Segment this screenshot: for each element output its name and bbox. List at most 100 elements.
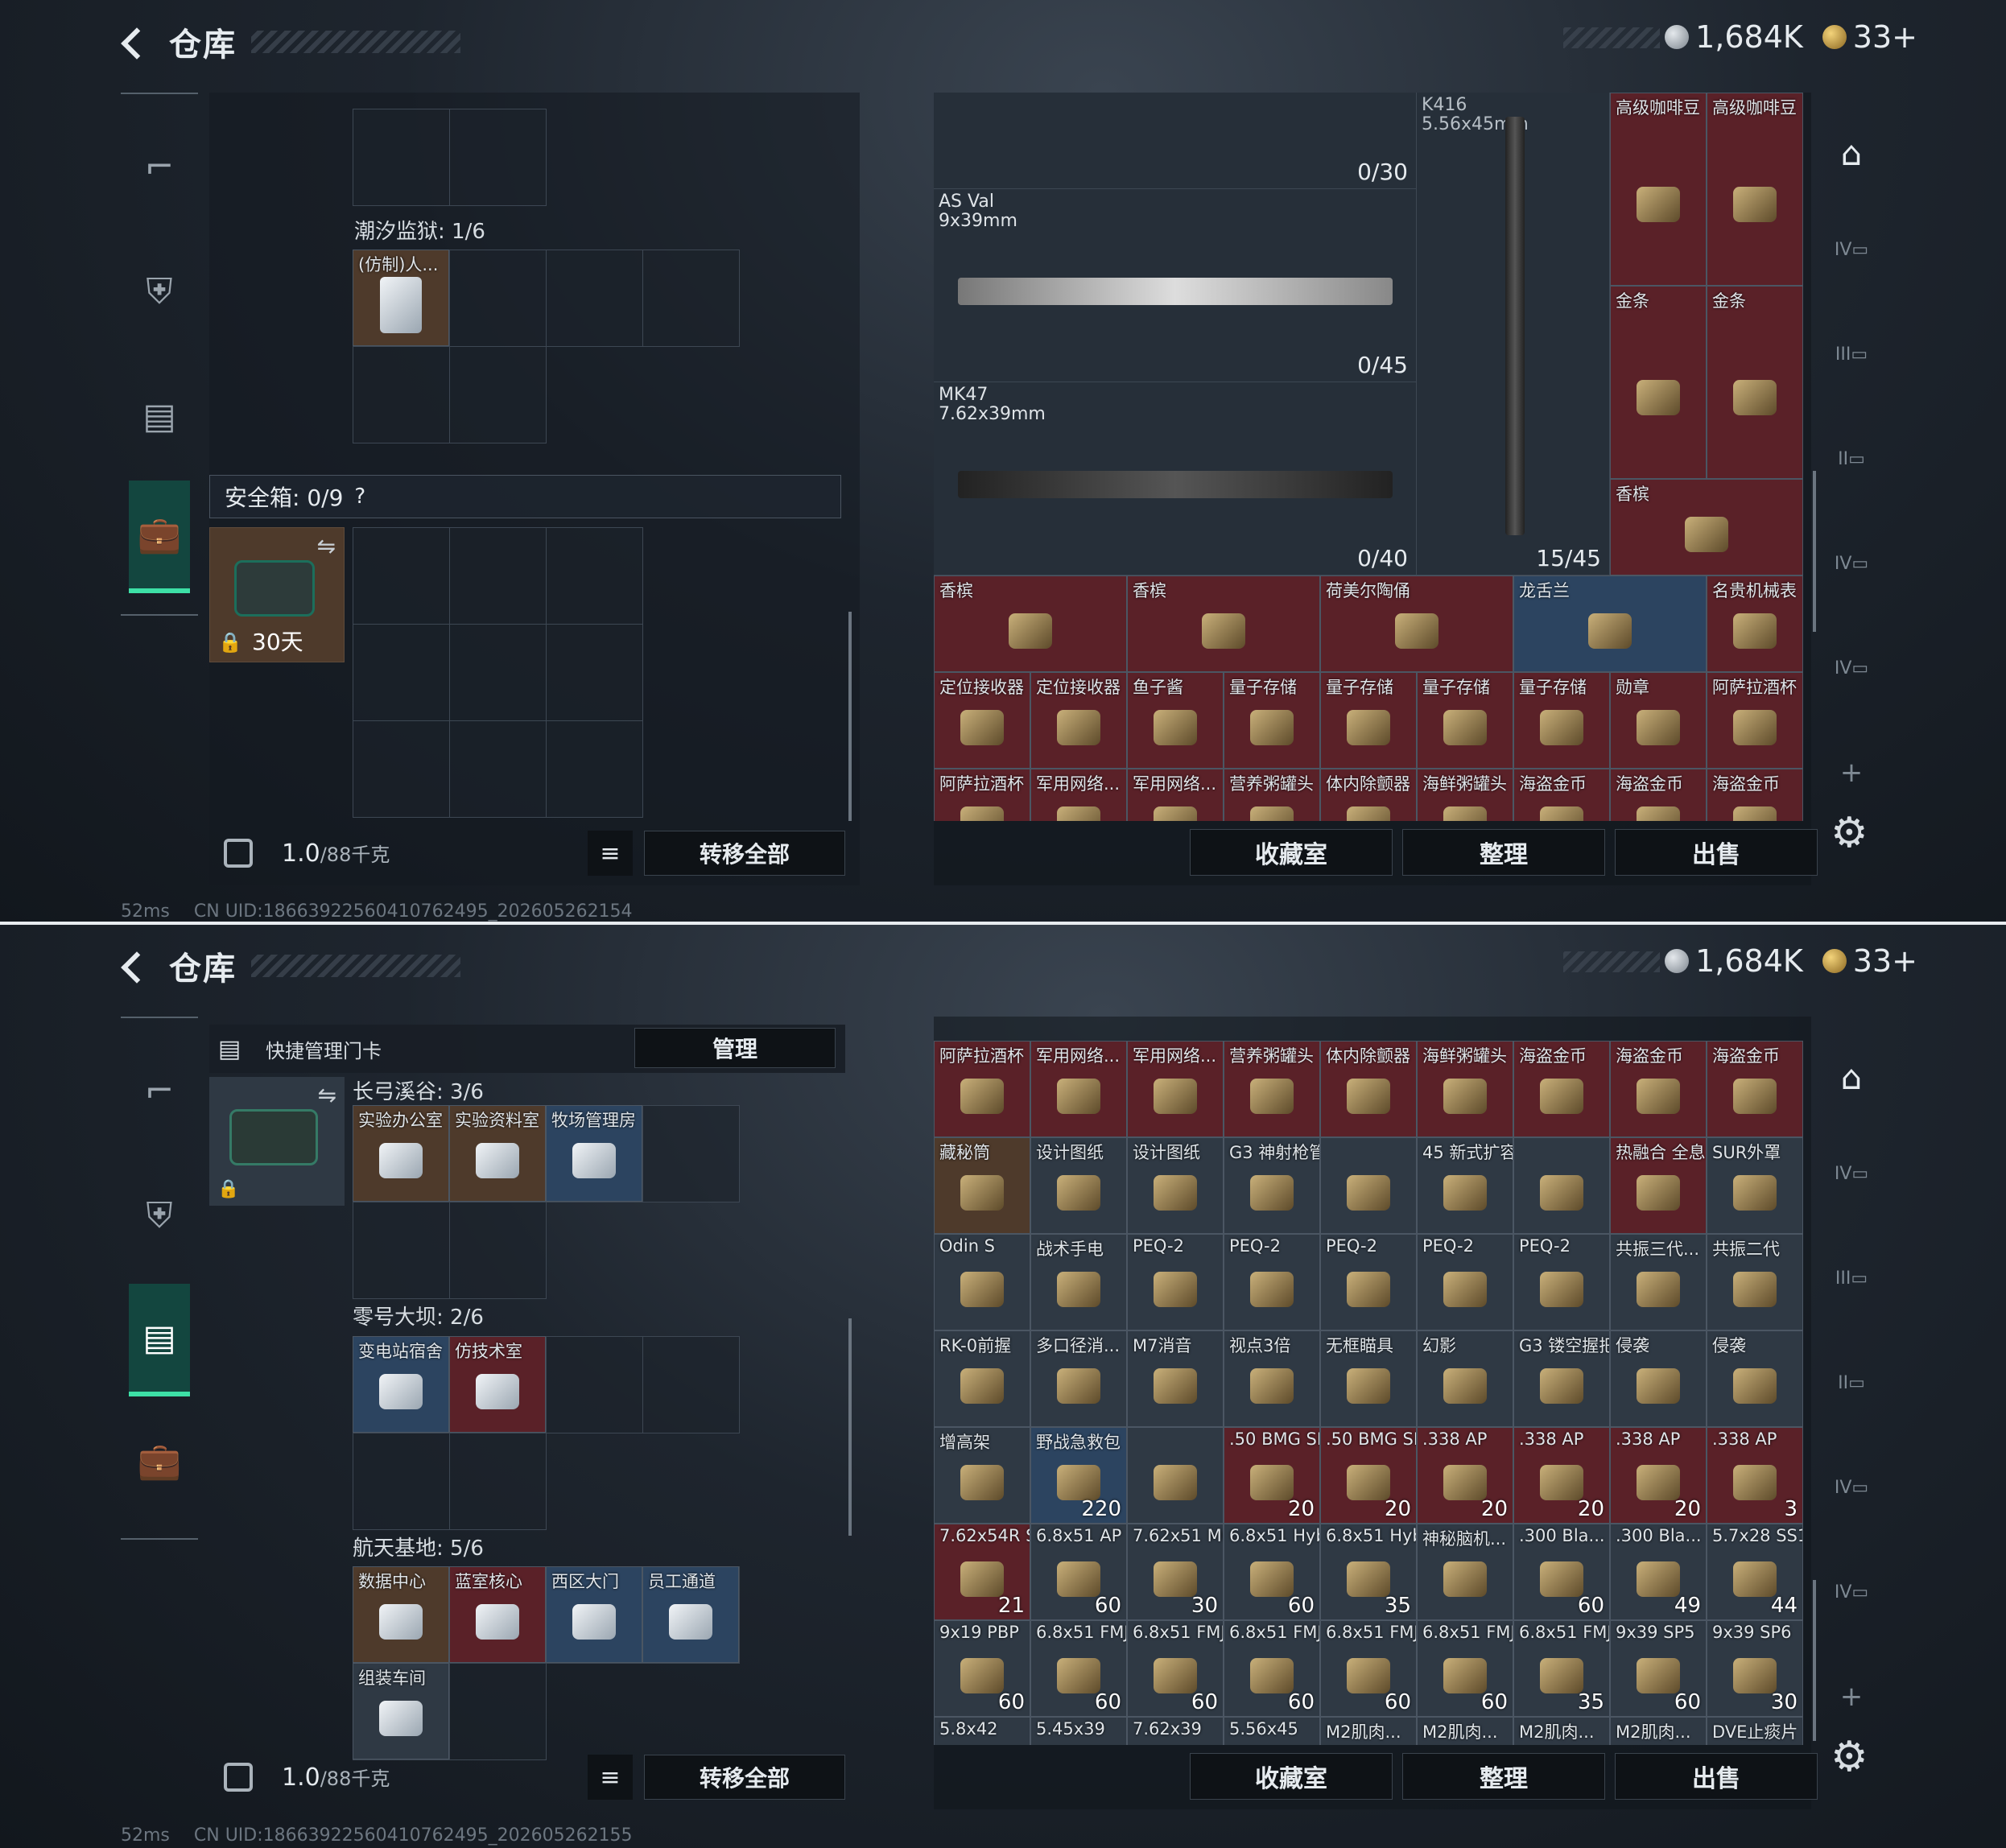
inventory-item[interactable]: M2肌肉... — [1610, 1717, 1707, 1745]
tab-backpack-icon[interactable]: ▤ — [129, 1284, 190, 1396]
valuable-item[interactable]: 营养粥罐头 — [1224, 769, 1320, 821]
inventory-item[interactable] — [1513, 1137, 1610, 1234]
manage-button[interactable]: 管理 — [634, 1028, 836, 1068]
back-arrow-icon[interactable] — [121, 24, 150, 60]
inventory-item[interactable]: 阿萨拉酒杯 — [934, 1041, 1030, 1137]
inventory-item[interactable]: 6.8x51 FMJ 60 — [1417, 1620, 1513, 1717]
inventory-item[interactable]: .338 AP 20 — [1610, 1427, 1707, 1524]
storage-iv-b-icon[interactable]: IV▭ — [1827, 539, 1876, 588]
valuable-item[interactable]: 阿萨拉酒杯 — [1707, 672, 1803, 769]
inventory-item[interactable]: 5.8x42 — [934, 1717, 1030, 1745]
inventory-item[interactable]: RK-0前握 — [934, 1330, 1030, 1427]
valuable-item[interactable]: 香槟 — [934, 575, 1127, 672]
inventory-item[interactable]: 6.8x51 FMJ 60 — [1224, 1620, 1320, 1717]
left-scrollbar[interactable] — [848, 612, 852, 821]
inventory-item[interactable]: 共振三代... — [1610, 1234, 1707, 1330]
settings-gear-icon[interactable]: ⚙ — [1831, 1733, 1868, 1781]
inventory-item[interactable]: DVE止痰片 — [1707, 1717, 1803, 1745]
inventory-item[interactable]: 海盗金币 — [1513, 1041, 1610, 1137]
storage-iv-icon[interactable]: IV▭ — [1827, 1149, 1876, 1198]
tab-safebox-icon[interactable]: 💼 — [129, 1405, 190, 1517]
inventory-item[interactable]: M2肌肉... — [1320, 1717, 1417, 1745]
inventory-item[interactable]: 神秘脑机... — [1417, 1524, 1513, 1620]
inventory-item[interactable]: 藏秘筒 — [934, 1137, 1030, 1234]
valuable-item[interactable]: 香槟 — [1127, 575, 1320, 672]
valuable-item[interactable]: 荷美尔陶俑 — [1320, 575, 1513, 672]
keycard-item[interactable]: 员工通道 — [642, 1566, 739, 1663]
tab-weapons-icon[interactable]: ⌐ — [129, 110, 190, 223]
weapon-slot-asval[interactable]: AS Val 9x39mm 0/45 — [934, 189, 1417, 382]
collection-button[interactable]: 收藏室 — [1190, 829, 1393, 876]
inventory-item[interactable]: G3 镂空握把 — [1513, 1330, 1610, 1427]
inventory-item[interactable]: 6.8x51 FMJ 60 — [1030, 1620, 1127, 1717]
inventory-item[interactable]: 海盗金币 — [1707, 1041, 1803, 1137]
back-arrow-icon[interactable] — [121, 948, 150, 984]
valuable-item[interactable]: 高级咖啡豆 — [1707, 93, 1803, 286]
inventory-item[interactable]: M7消音 — [1127, 1330, 1224, 1427]
inventory-item[interactable]: 体内除颤器 — [1320, 1041, 1417, 1137]
tab-safebox-icon[interactable]: 💼 — [129, 481, 190, 593]
tab-armor-icon[interactable]: ⛨ — [129, 1159, 190, 1272]
inventory-item[interactable]: M2肌肉... — [1513, 1717, 1610, 1745]
valuable-item[interactable]: 阿萨拉酒杯 — [934, 769, 1030, 821]
keycard-item[interactable]: 实验办公室 — [353, 1105, 449, 1202]
inventory-item[interactable]: 营养粥罐头 — [1224, 1041, 1320, 1137]
inventory-item[interactable]: .300 Bla... BCP FMJ 60 — [1513, 1524, 1610, 1620]
keycard-holder[interactable]: ⇋ 🔒 — [209, 1077, 345, 1206]
inventory-item[interactable]: G3 神射枪管 — [1224, 1137, 1320, 1234]
valuable-item[interactable]: 金条 — [1707, 286, 1803, 479]
swap-icon[interactable]: ⇋ — [317, 533, 336, 559]
inventory-item[interactable]: .50 BMG SLAP 20 — [1224, 1427, 1320, 1524]
right-scrollbar[interactable] — [1813, 1580, 1816, 1741]
valuable-item[interactable]: 鱼子酱 — [1127, 672, 1224, 769]
valuable-item[interactable]: 军用网络... — [1030, 769, 1127, 821]
valuable-item[interactable]: 海盗金币 — [1610, 769, 1707, 821]
right-scrollbar[interactable] — [1813, 471, 1816, 632]
sort-button[interactable]: 整理 — [1402, 1753, 1605, 1800]
weapon-slot-magazine[interactable]: 0/30 — [934, 93, 1417, 189]
inventory-item[interactable]: 设计图纸 — [1030, 1137, 1127, 1234]
inventory-item[interactable]: 9x19 PBP 60 — [934, 1620, 1030, 1717]
lock-icon[interactable] — [224, 839, 253, 868]
storage-iv-icon[interactable]: IV▭ — [1827, 225, 1876, 274]
valuable-item[interactable]: 香槟 — [1610, 479, 1803, 575]
valuable-item[interactable]: 量子存储 — [1417, 672, 1513, 769]
inventory-item[interactable]: 增高架 — [934, 1427, 1030, 1524]
collection-button[interactable]: 收藏室 — [1190, 1753, 1393, 1800]
inventory-item[interactable]: 45 新式扩容 — [1417, 1137, 1513, 1234]
inventory-item[interactable]: 6.8x51 Hybrid 35 — [1320, 1524, 1417, 1620]
warehouse-icon[interactable]: ⌂ — [1827, 1053, 1876, 1101]
inventory-item[interactable]: 海鲜粥罐头 — [1417, 1041, 1513, 1137]
inventory-item[interactable]: 海盗金币 — [1610, 1041, 1707, 1137]
keycard-item[interactable]: 蓝室核心 — [449, 1566, 546, 1663]
tab-backpack-icon[interactable]: ▤ — [129, 360, 190, 472]
inventory-item[interactable]: M2肌肉... — [1417, 1717, 1513, 1745]
transfer-all-button[interactable]: 转移全部 — [644, 1755, 845, 1800]
settings-gear-icon[interactable]: ⚙ — [1831, 809, 1868, 857]
list-icon[interactable]: ≡ — [588, 831, 633, 876]
inventory-item[interactable]: 6.8x51 AP 60 — [1030, 1524, 1127, 1620]
inventory-item[interactable] — [1127, 1427, 1224, 1524]
inventory-item[interactable]: 设计图纸 — [1127, 1137, 1224, 1234]
sort-button[interactable]: 整理 — [1402, 829, 1605, 876]
weapon-slot-k416[interactable]: K416 5.56x45mm 15/45 — [1417, 93, 1610, 575]
inventory-item[interactable]: 7.62x51 M62 30 — [1127, 1524, 1224, 1620]
inventory-item[interactable]: 野战急救包 220 — [1030, 1427, 1127, 1524]
keycard-item[interactable]: 数据中心 — [353, 1566, 449, 1663]
inventory-item[interactable]: 6.8x51 FMJ 60 — [1320, 1620, 1417, 1717]
inventory-item[interactable] — [1320, 1137, 1417, 1234]
valuable-item[interactable]: 量子存储 — [1224, 672, 1320, 769]
inventory-item[interactable]: 无框瞄具 — [1320, 1330, 1417, 1427]
inventory-item[interactable]: 7.62x39 — [1127, 1717, 1224, 1745]
list-icon[interactable]: ≡ — [588, 1755, 633, 1800]
inventory-item[interactable]: .338 AP 20 — [1513, 1427, 1610, 1524]
sell-button[interactable]: 出售 — [1615, 829, 1818, 876]
valuable-item[interactable]: 定位接收器 — [934, 672, 1030, 769]
inventory-item[interactable]: 共振二代 — [1707, 1234, 1803, 1330]
valuable-item[interactable]: 名贵机械表 — [1707, 575, 1803, 672]
valuable-item[interactable]: 金条 — [1610, 286, 1707, 479]
inventory-item[interactable]: SUR外罩 — [1707, 1137, 1803, 1234]
inventory-item[interactable]: 军用网络... — [1030, 1041, 1127, 1137]
inventory-item[interactable]: PEQ-2 — [1127, 1234, 1224, 1330]
inventory-item[interactable]: .338 AP 3 — [1707, 1427, 1803, 1524]
